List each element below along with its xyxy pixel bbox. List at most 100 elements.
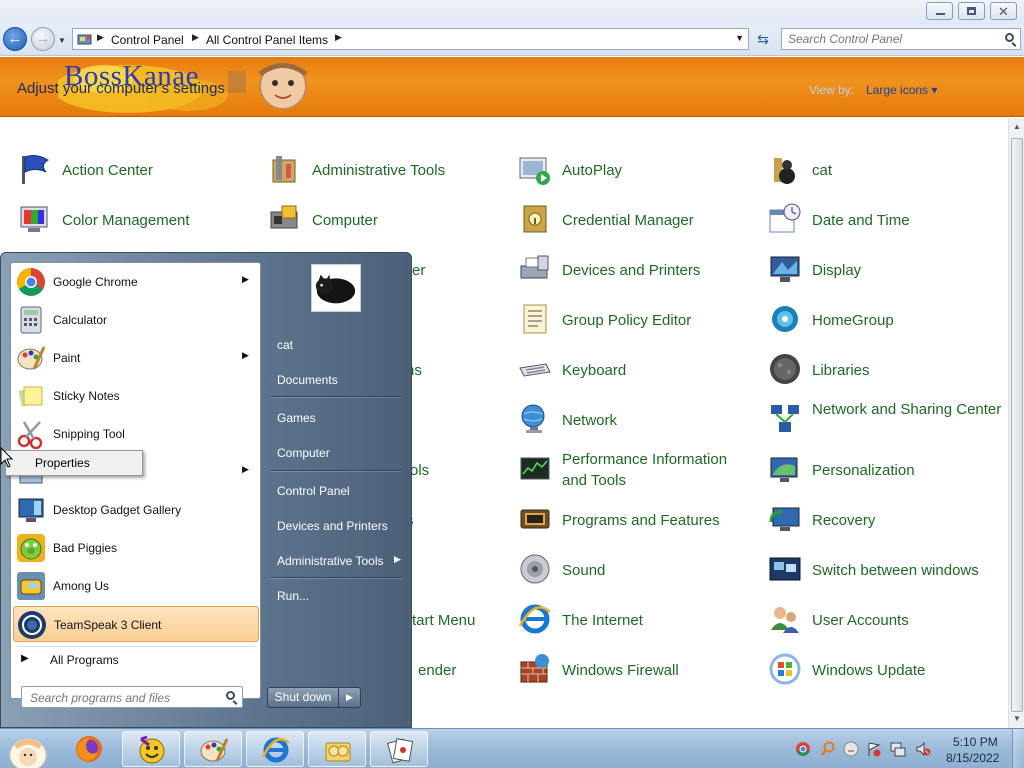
start-link-computer[interactable]: Computer [267, 438, 403, 468]
breadcrumb-control-panel[interactable]: Control Panel [111, 33, 184, 47]
program-desktop-gadget-gallery[interactable]: Desktop Gadget Gallery [13, 492, 259, 528]
start-link-label: Devices and Printers [277, 519, 388, 533]
start-link-documents[interactable]: Documents [267, 365, 403, 395]
taskbar-yahoo-messenger[interactable] [122, 731, 180, 767]
vertical-scrollbar[interactable]: ▲ ▼ [1008, 118, 1024, 728]
among-us-icon [17, 572, 45, 600]
start-link-devices-and-printers[interactable]: Devices and Printers [267, 511, 403, 541]
recent-pages-dropdown[interactable]: ▼ [58, 36, 66, 45]
search-input[interactable] [788, 32, 988, 46]
program-sticky-notes[interactable]: Sticky Notes [13, 378, 259, 414]
cp-item-windows-firewall[interactable]: Windows Firewall [518, 648, 753, 688]
context-menu-properties[interactable]: Properties [10, 454, 138, 472]
program-bad-piggies[interactable]: Bad Piggies [13, 530, 259, 566]
search-icon[interactable] [1005, 33, 1014, 42]
breadcrumb-separator-icon[interactable]: ▶ [192, 32, 199, 43]
cp-item-color-management[interactable]: Color Management [18, 198, 253, 238]
chrome-tray-icon[interactable] [795, 741, 811, 757]
cp-item-user-accounts[interactable]: User Accounts [768, 598, 1003, 638]
emoticon-tray-icon[interactable] [843, 741, 859, 757]
cp-item-network[interactable]: Network [518, 398, 753, 438]
start-links-separator [271, 470, 401, 471]
ie-icon [518, 604, 551, 634]
minimize-button[interactable] [926, 2, 953, 20]
start-link-games[interactable]: Games [267, 403, 403, 433]
taskbar-firefox[interactable] [60, 731, 118, 767]
search-tray-icon[interactable] [820, 741, 836, 757]
cp-item-administrative-tools[interactable]: Administrative Tools [268, 148, 503, 188]
clock-time[interactable]: 5:10 PM [953, 735, 998, 749]
program-snipping-tool[interactable]: Snipping Tool [13, 416, 259, 452]
cp-item-cat[interactable]: cat [768, 148, 1003, 188]
cp-item-performance-information[interactable]: Performance Information and Tools [518, 448, 753, 489]
cp-item-programs-and-features[interactable]: Programs and Features [518, 498, 753, 538]
cp-item-display[interactable]: Display [768, 248, 1003, 288]
cp-item-group-policy-editor[interactable]: Group Policy Editor [518, 298, 753, 338]
volume-muted-icon[interactable] [915, 741, 931, 757]
program-paint[interactable]: Paint ▶ [13, 340, 259, 376]
forward-button[interactable]: → [31, 27, 55, 51]
restore-button[interactable] [958, 2, 985, 20]
breadcrumb-all-items[interactable]: All Control Panel Items [206, 33, 328, 47]
cp-item-windows-update[interactable]: Windows Update [768, 648, 1003, 688]
cp-item-network-and-sharing-center[interactable]: Network and Sharing Center [768, 398, 1003, 438]
address-dropdown-icon[interactable]: ▼ [735, 33, 744, 43]
taskbar-cards-app[interactable] [370, 731, 428, 767]
refresh-button[interactable]: ⇆ [752, 29, 774, 49]
back-button[interactable]: ← [3, 27, 27, 51]
start-search-input[interactable] [30, 691, 210, 705]
scroll-up-icon[interactable]: ▲ [1013, 122, 1021, 131]
shut-down-button[interactable]: Shut down [267, 687, 339, 708]
show-desktop-button[interactable] [1012, 729, 1024, 768]
user-picture[interactable] [311, 264, 361, 312]
cp-item-computer[interactable]: Computer [268, 198, 503, 238]
cp-item-date-and-time[interactable]: Date and Time [768, 198, 1003, 238]
taskbar-internet-explorer[interactable] [246, 731, 304, 767]
network-globe-icon [521, 404, 545, 433]
submenu-arrow-icon[interactable]: ▶ [242, 274, 249, 285]
cp-item-devices-and-printers[interactable]: Devices and Printers [518, 248, 753, 288]
cp-item-label: cat [812, 162, 833, 179]
taskbar-paint[interactable] [184, 731, 242, 767]
view-by-dropdown[interactable]: Large icons ▾ [866, 83, 937, 97]
flag-tray-icon[interactable] [866, 741, 882, 757]
submenu-arrow-icon[interactable]: ▶ [242, 350, 249, 361]
scroll-down-icon[interactable]: ▼ [1013, 714, 1021, 723]
cp-item-credential-manager[interactable]: Credential Manager [518, 198, 753, 238]
start-button[interactable] [8, 737, 48, 768]
cp-item-action-center[interactable]: Action Center [18, 148, 253, 188]
search-icon[interactable] [226, 691, 235, 700]
start-search-box[interactable] [21, 686, 243, 708]
start-link-user-folder[interactable]: cat [267, 330, 403, 360]
start-link-administrative-tools[interactable]: Administrative Tools ▶ [267, 546, 403, 576]
submenu-arrow-icon[interactable]: ▶ [394, 554, 401, 565]
cp-item-homegroup[interactable]: HomeGroup [768, 298, 1003, 338]
close-button[interactable]: ✕ [990, 2, 1017, 20]
chrome-icon [17, 268, 45, 296]
all-programs-button[interactable]: ▶ All Programs [21, 653, 221, 677]
cp-item-the-internet[interactable]: The Internet [518, 598, 753, 638]
cp-item-personalization[interactable]: Personalization [768, 448, 1003, 488]
clock-date[interactable]: 8/15/2022 [946, 751, 999, 765]
program-calculator[interactable]: Calculator [13, 302, 259, 338]
search-control-panel[interactable] [781, 28, 1021, 50]
shutdown-options-button[interactable]: ▶ [339, 687, 361, 708]
start-link-run[interactable]: Run... [267, 581, 403, 611]
address-bar[interactable]: ▶ Control Panel ▶ All Control Panel Item… [72, 28, 749, 50]
program-among-us[interactable]: Among Us [13, 568, 259, 604]
program-teamspeak-3-client[interactable]: TeamSpeak 3 Client [13, 606, 259, 642]
cp-item-autoplay[interactable]: AutoPlay [518, 148, 753, 188]
submenu-arrow-icon[interactable]: ▶ [242, 464, 249, 475]
taskbar-libraries[interactable] [308, 731, 366, 767]
cp-item-switch-between-windows[interactable]: Switch between windows [768, 548, 1003, 588]
cp-item-recovery[interactable]: Recovery [768, 498, 1003, 538]
cp-item-keyboard[interactable]: Keyboard [518, 348, 753, 388]
cp-item-sound[interactable]: Sound [518, 548, 753, 588]
breadcrumb-separator-icon[interactable]: ▶ [335, 32, 342, 43]
scrollbar-thumb[interactable] [1011, 138, 1023, 712]
network-tray-icon[interactable] [890, 741, 906, 757]
start-link-control-panel[interactable]: Control Panel [267, 476, 403, 506]
cp-item-libraries[interactable]: Libraries [768, 348, 1003, 388]
breadcrumb-separator-icon[interactable]: ▶ [97, 32, 104, 43]
program-google-chrome[interactable]: Google Chrome ▶ [13, 264, 259, 300]
